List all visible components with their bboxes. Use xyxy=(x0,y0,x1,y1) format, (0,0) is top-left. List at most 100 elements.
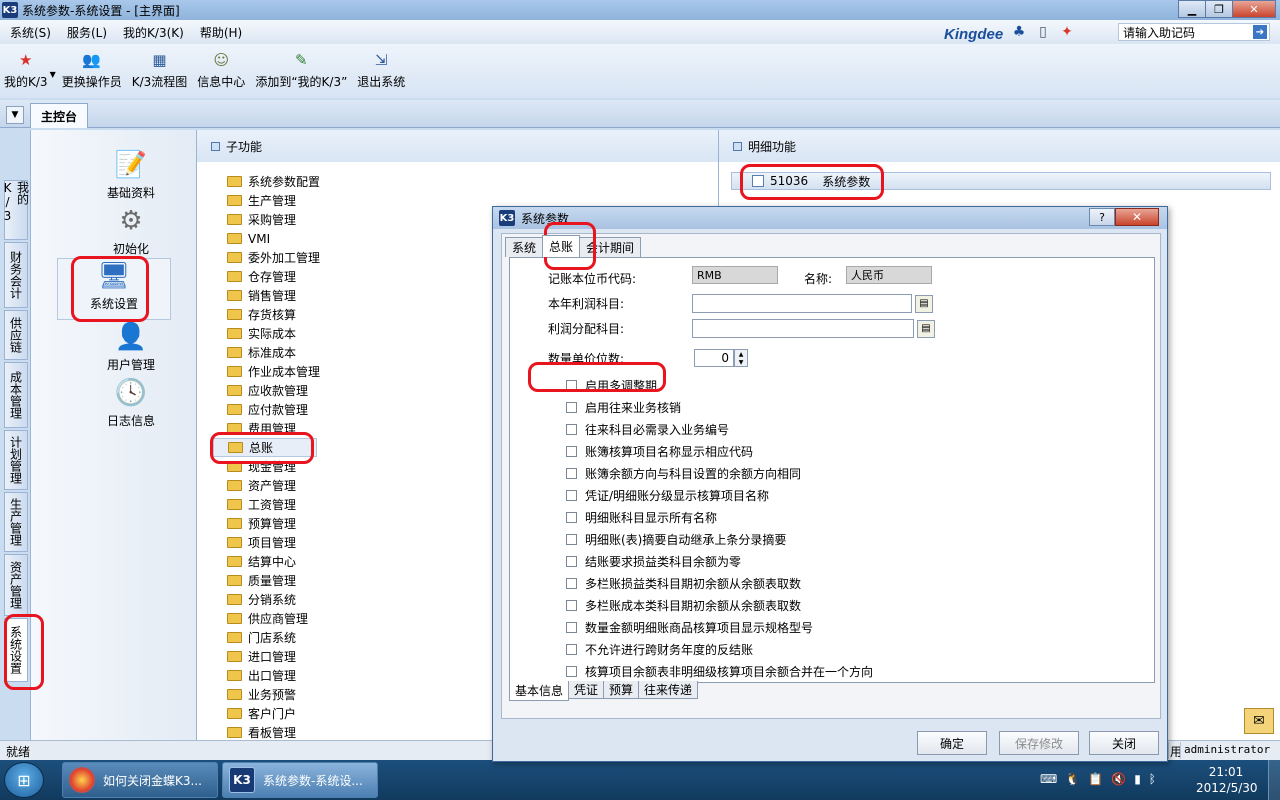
option-checkbox[interactable]: 往来科目必需录入业务编号 xyxy=(566,420,729,438)
clipboard-icon[interactable]: 📋 xyxy=(1088,772,1103,786)
folder-item[interactable]: 作业成本管理 xyxy=(227,362,320,381)
task-k3[interactable]: K3 系统参数-系统设... xyxy=(222,762,378,798)
vnav-system-settings[interactable]: 系统设置 xyxy=(4,618,28,682)
vnav-finance[interactable]: 财务会计 xyxy=(4,242,28,308)
vnav-supply-chain[interactable]: 供应链 xyxy=(4,310,28,360)
option-checkbox[interactable]: 启用往来业务核销 xyxy=(566,398,681,416)
folder-item[interactable]: 生产管理 xyxy=(227,191,320,210)
checkbox-icon[interactable] xyxy=(566,533,577,545)
folder-item[interactable]: 采购管理 xyxy=(227,210,320,229)
tab-system[interactable]: 系统 xyxy=(505,237,544,257)
checkbox-icon[interactable] xyxy=(566,423,577,435)
btab-transfer[interactable]: 往来传递 xyxy=(638,681,699,699)
k3-flowchart-button[interactable]: ▦ K/3流程图 xyxy=(132,44,188,90)
pinwheel-icon[interactable]: ✦ xyxy=(1058,24,1076,42)
keyboard-icon[interactable]: ⌨ xyxy=(1040,772,1057,786)
dialog-help-button[interactable]: ? xyxy=(1089,208,1115,226)
folder-item[interactable]: 项目管理 xyxy=(227,533,320,552)
dialog-close-button[interactable]: ✕ xyxy=(1115,208,1159,226)
folder-item[interactable]: 实际成本 xyxy=(227,324,320,343)
option-checkbox[interactable]: 数量金额明细账商品核算项目显示规格型号 xyxy=(566,618,813,636)
taskbar-clock[interactable]: 21:01 2012/5/30 xyxy=(1196,764,1258,796)
windows-start-button[interactable]: ⊞ xyxy=(4,762,44,798)
folder-item[interactable]: 费用管理 xyxy=(227,419,320,438)
checkbox-icon[interactable] xyxy=(566,511,577,523)
folder-item[interactable]: 出口管理 xyxy=(227,666,320,685)
folder-item[interactable]: 应付款管理 xyxy=(227,400,320,419)
go-arrow-icon[interactable]: ➔ xyxy=(1253,25,1267,39)
folder-item[interactable]: 存货核算 xyxy=(227,305,320,324)
vnav-production-mgmt[interactable]: 生产管理 xyxy=(4,492,28,552)
folder-item[interactable]: 预算管理 xyxy=(227,514,320,533)
option-checkbox[interactable]: 启用多调整期 xyxy=(566,376,657,394)
mnemonic-search-input[interactable]: 请输入助记码 ➔ xyxy=(1118,23,1270,41)
add-to-my-k3-button[interactable]: ✎ 添加到“我的K/3” xyxy=(255,44,347,90)
option-checkbox[interactable]: 明细账(表)摘要自动继承上条分录摘要 xyxy=(566,530,786,548)
detail-item-system-params[interactable]: 51036 系统参数 xyxy=(731,172,1271,190)
option-checkbox[interactable]: 不允许进行跨财务年度的反结账 xyxy=(566,640,753,658)
folder-item[interactable]: 系统参数配置 xyxy=(227,172,320,191)
minimize-button[interactable]: ▁ xyxy=(1178,0,1206,18)
option-checkbox[interactable]: 核算项目余额表非明细级核算项目余额合并在一个方向 xyxy=(566,662,873,680)
vnav-cost-mgmt[interactable]: 成本管理 xyxy=(4,362,28,428)
checkbox-icon[interactable] xyxy=(566,467,577,479)
btab-basic-info[interactable]: 基本信息 xyxy=(509,681,570,701)
restore-button[interactable]: ❐ xyxy=(1205,0,1233,18)
my-k3-dropdown-icon[interactable]: ▼ xyxy=(50,44,56,79)
info-center-button[interactable]: ☺ 信息中心 xyxy=(197,44,245,90)
menu-my-k3[interactable]: 我的K/3(K) xyxy=(123,24,184,41)
switch-operator-button[interactable]: 👥 更换操作员 xyxy=(62,44,122,90)
func-basic-data[interactable]: 📝 基础资料 xyxy=(81,148,181,201)
folder-item[interactable]: 供应商管理 xyxy=(227,609,320,628)
ok-button[interactable]: 确定 xyxy=(917,731,987,755)
menu-system[interactable]: 系统(S) xyxy=(10,24,51,41)
folder-item[interactable]: 结算中心 xyxy=(227,552,320,571)
tab-main-console[interactable]: 主控台 xyxy=(30,103,88,128)
close-button[interactable]: 关闭 xyxy=(1089,731,1159,755)
tab-general-ledger[interactable]: 总账 xyxy=(542,235,581,257)
vnav-plan-mgmt[interactable]: 计划管理 xyxy=(4,430,28,490)
folder-item[interactable]: 质量管理 xyxy=(227,571,320,590)
profit-distribution-input[interactable] xyxy=(692,319,914,338)
qty-decimals-input[interactable]: 0 xyxy=(694,349,734,367)
spin-up-icon[interactable]: ▲ xyxy=(735,350,747,358)
task-browser[interactable]: 如何关闭金蝶K3... xyxy=(62,762,218,798)
exit-system-button[interactable]: ⇲ 退出系统 xyxy=(357,44,405,90)
menu-service[interactable]: 服务(L) xyxy=(67,24,107,41)
checkbox-icon[interactable] xyxy=(566,599,577,611)
folder-item[interactable]: 分销系统 xyxy=(227,590,320,609)
folder-item[interactable]: 委外加工管理 xyxy=(227,248,320,267)
vnav-my-k3[interactable]: 我的K/3 xyxy=(1,180,30,240)
qq-icon[interactable]: 🐧 xyxy=(1065,772,1080,786)
folder-item[interactable]: 总账 xyxy=(213,438,317,457)
checkbox-icon[interactable] xyxy=(566,445,577,457)
checkbox-icon[interactable] xyxy=(566,621,577,633)
volume-muted-icon[interactable]: 🔇 xyxy=(1111,772,1126,786)
btab-voucher[interactable]: 凭证 xyxy=(568,681,605,699)
func-user-mgmt[interactable]: 👤 用户管理 xyxy=(81,320,181,373)
spin-down-icon[interactable]: ▼ xyxy=(735,358,747,366)
folder-item[interactable]: 现金管理 xyxy=(227,457,320,476)
tab-accounting-period[interactable]: 会计期间 xyxy=(579,237,642,257)
checkbox-icon[interactable] xyxy=(566,577,577,589)
bluetooth-icon[interactable]: ᛒ xyxy=(1149,772,1156,786)
option-checkbox[interactable]: 明细账科目显示所有名称 xyxy=(566,508,717,526)
menu-help[interactable]: 帮助(H) xyxy=(200,24,242,41)
folder-item[interactable]: 工资管理 xyxy=(227,495,320,514)
btab-budget[interactable]: 预算 xyxy=(603,681,640,699)
folder-item[interactable]: 业务预警 xyxy=(227,685,320,704)
option-checkbox[interactable]: 多栏账损益类科目期初余额从余额表取数 xyxy=(566,574,801,592)
network-signal-icon[interactable]: ▮ xyxy=(1134,772,1141,786)
qty-decimals-stepper[interactable]: ▲ ▼ xyxy=(734,349,748,367)
func-log-info[interactable]: 🕓 日志信息 xyxy=(81,376,181,429)
func-init[interactable]: ⚙ 初始化 xyxy=(81,204,181,257)
folder-item[interactable]: 客户门户 xyxy=(227,704,320,723)
current-year-profit-input[interactable] xyxy=(692,294,912,313)
close-window-button[interactable]: ✕ xyxy=(1232,0,1276,18)
tab-dropdown-icon[interactable]: ▼ xyxy=(6,106,24,124)
phone-icon[interactable]: ▯ xyxy=(1034,24,1052,42)
option-checkbox[interactable]: 结账要求损益类科目余额为零 xyxy=(566,552,741,570)
folder-item[interactable]: VMI xyxy=(227,229,320,248)
folder-item[interactable]: 门店系统 xyxy=(227,628,320,647)
checkbox-icon[interactable] xyxy=(566,665,577,677)
